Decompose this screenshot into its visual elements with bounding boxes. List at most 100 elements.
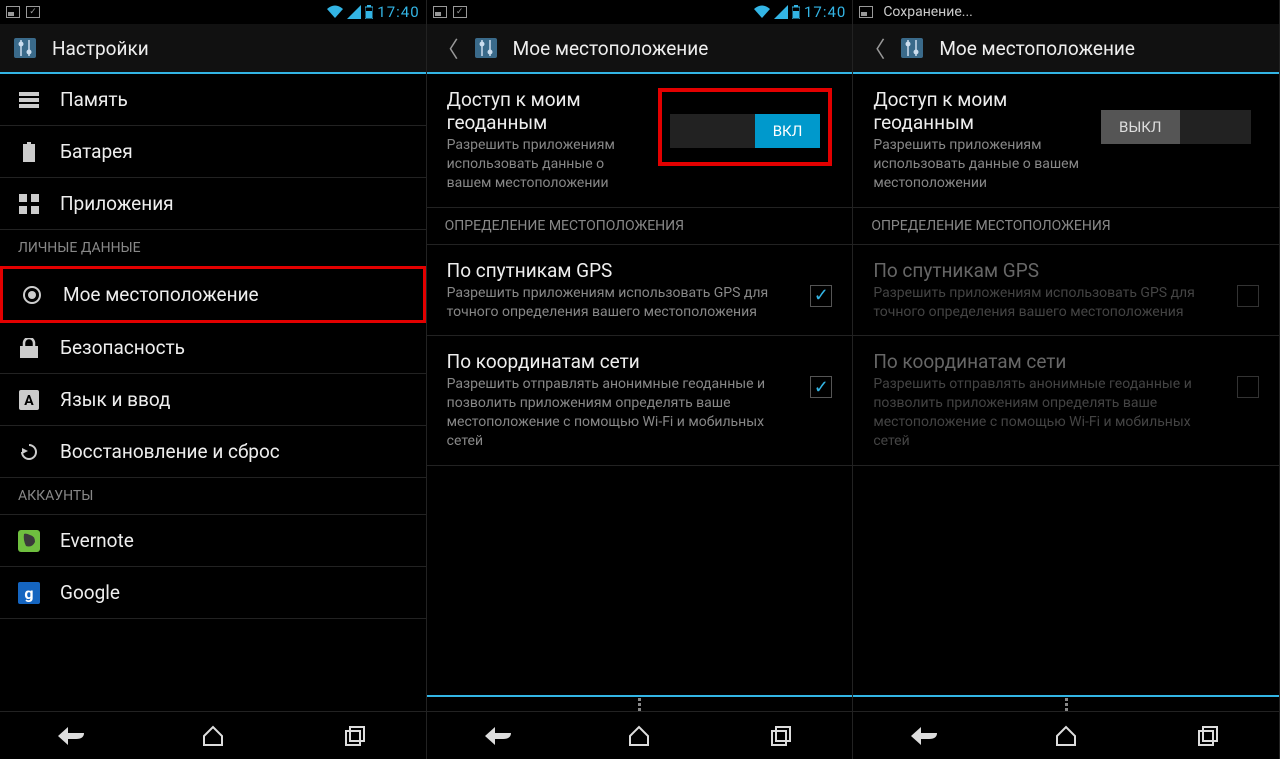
section-personal: ЛИЧНЫЕ ДАННЫЕ — [0, 230, 426, 267]
gps-checkbox — [1237, 285, 1259, 307]
setting-title: По координатам сети — [873, 350, 1225, 373]
home-button[interactable] — [1036, 716, 1096, 756]
image-icon — [6, 6, 20, 18]
google-icon: g — [18, 582, 40, 604]
location-settings: Доступ к моим геоданным Разрешить прилож… — [427, 74, 853, 695]
header[interactable]: 〈 Мое местоположение — [427, 24, 853, 74]
overflow-hint — [427, 695, 853, 711]
setting-desc: Разрешить приложениям использовать GPS д… — [873, 284, 1225, 322]
location-icon — [21, 284, 43, 306]
section-sources: ОПРЕДЕЛЕНИЕ МЕСТОПОЛОЖЕНИЯ — [427, 208, 853, 245]
setting-desc: Разрешить отправлять анонимные геоданные… — [447, 375, 799, 451]
header: Настройки — [0, 24, 426, 74]
settings-item-battery[interactable]: Батарея — [0, 126, 426, 178]
setting-title: Доступ к моим геоданным — [447, 88, 647, 134]
location-toggle[interactable]: ВКЛ — [670, 114, 820, 148]
item-label: Приложения — [60, 192, 174, 215]
screen-location-on: ✓ 17:40 〈 Мое местоположение Доступ к мо… — [427, 0, 854, 759]
setting-gps[interactable]: По спутникам GPS Разрешить приложениям и… — [427, 245, 853, 337]
setting-desc: Разрешить приложениям использовать данны… — [873, 136, 1081, 193]
header-title: Мое местоположение — [513, 37, 709, 60]
toggle-label: ВКЛ — [755, 114, 821, 148]
settings-item-backup[interactable]: Восстановление и сброс — [0, 426, 426, 478]
language-icon: A — [18, 389, 40, 411]
toggle-label: ВЫКЛ — [1101, 110, 1180, 144]
wifi-icon — [327, 5, 343, 19]
back-button[interactable] — [41, 716, 101, 756]
setting-title: По спутникам GPS — [447, 259, 799, 282]
item-label: Батарея — [60, 140, 133, 163]
setting-location-access[interactable]: Доступ к моим геоданным Разрешить прилож… — [427, 74, 853, 207]
storage-icon — [18, 89, 40, 111]
clock: 17:40 — [377, 3, 419, 21]
screen-location-off: Сохранение... 〈 Мое местоположение Досту… — [853, 0, 1280, 759]
settings-item-google[interactable]: g Google — [0, 567, 426, 619]
home-button[interactable] — [183, 716, 243, 756]
battery-icon — [365, 5, 373, 19]
setting-title: По спутникам GPS — [873, 259, 1225, 282]
signal-icon — [774, 5, 788, 19]
settings-icon — [10, 33, 40, 63]
location-toggle[interactable]: ВЫКЛ — [1101, 110, 1251, 144]
section-sources: ОПРЕДЕЛЕНИЕ МЕСТОПОЛОЖЕНИЯ — [853, 208, 1279, 245]
signal-icon — [347, 5, 361, 19]
settings-item-language[interactable]: A Язык и ввод — [0, 374, 426, 426]
back-icon: 〈 — [437, 32, 459, 64]
settings-icon — [471, 33, 501, 63]
setting-network[interactable]: По координатам сети Разрешить отправлять… — [427, 336, 853, 466]
nav-bar — [427, 711, 853, 759]
item-label: Память — [60, 88, 128, 111]
item-label: Evernote — [60, 529, 134, 552]
nav-bar — [0, 711, 426, 759]
recent-button[interactable] — [751, 716, 811, 756]
back-button[interactable] — [894, 716, 954, 756]
settings-item-evernote[interactable]: Evernote — [0, 515, 426, 567]
setting-network: По координатам сети Разрешить отправлять… — [853, 336, 1279, 466]
network-checkbox[interactable]: ✓ — [810, 376, 832, 398]
battery-icon — [18, 141, 40, 163]
gps-checkbox[interactable]: ✓ — [810, 285, 832, 307]
setting-title: Доступ к моим геоданным — [873, 88, 1081, 134]
download-icon: ✓ — [453, 6, 467, 18]
item-label: Мое местоположение — [63, 283, 259, 306]
status-bar: Сохранение... — [853, 0, 1279, 24]
location-settings: Доступ к моим геоданным Разрешить прилож… — [853, 74, 1279, 695]
status-left: ✓ — [433, 6, 467, 18]
status-right: 17:40 — [327, 3, 419, 21]
dots-icon — [1065, 698, 1068, 711]
setting-desc: Разрешить отправлять анонимные геоданные… — [873, 375, 1225, 451]
header-title: Мое местоположение — [939, 37, 1135, 60]
item-label: Google — [60, 581, 120, 604]
overflow-hint — [853, 695, 1279, 711]
settings-icon — [897, 33, 927, 63]
header-title: Настройки — [52, 37, 149, 60]
network-checkbox — [1237, 376, 1259, 398]
settings-item-security[interactable]: Безопасность — [0, 322, 426, 374]
image-icon — [859, 6, 873, 18]
settings-item-memory[interactable]: Память — [0, 74, 426, 126]
back-button[interactable] — [468, 716, 528, 756]
header[interactable]: 〈 Мое местоположение — [853, 24, 1279, 74]
item-label: Восстановление и сброс — [60, 440, 280, 463]
recent-button[interactable] — [325, 716, 385, 756]
setting-desc: Разрешить приложениям использовать данны… — [447, 136, 647, 193]
image-icon — [433, 6, 447, 18]
apps-icon — [18, 193, 40, 215]
setting-location-access[interactable]: Доступ к моим геоданным Разрешить прилож… — [853, 74, 1279, 208]
recent-button[interactable] — [1178, 716, 1238, 756]
clock: 17:40 — [804, 3, 846, 21]
setting-gps: По спутникам GPS Разрешить приложениям и… — [853, 245, 1279, 337]
status-left: ✓ — [6, 6, 40, 18]
home-button[interactable] — [609, 716, 669, 756]
dots-icon — [638, 698, 641, 711]
status-right: 17:40 — [754, 3, 846, 21]
settings-list[interactable]: Память Батарея Приложения ЛИЧНЫЕ ДАННЫЕ … — [0, 74, 426, 711]
nav-bar — [853, 711, 1279, 759]
setting-title: По координатам сети — [447, 350, 799, 373]
item-label: Безопасность — [60, 336, 185, 359]
settings-item-apps[interactable]: Приложения — [0, 178, 426, 230]
restore-icon — [18, 441, 40, 463]
settings-item-location[interactable]: Мое местоположение — [0, 266, 426, 323]
wifi-icon — [754, 5, 770, 19]
setting-desc: Разрешить приложениям использовать GPS д… — [447, 284, 799, 322]
